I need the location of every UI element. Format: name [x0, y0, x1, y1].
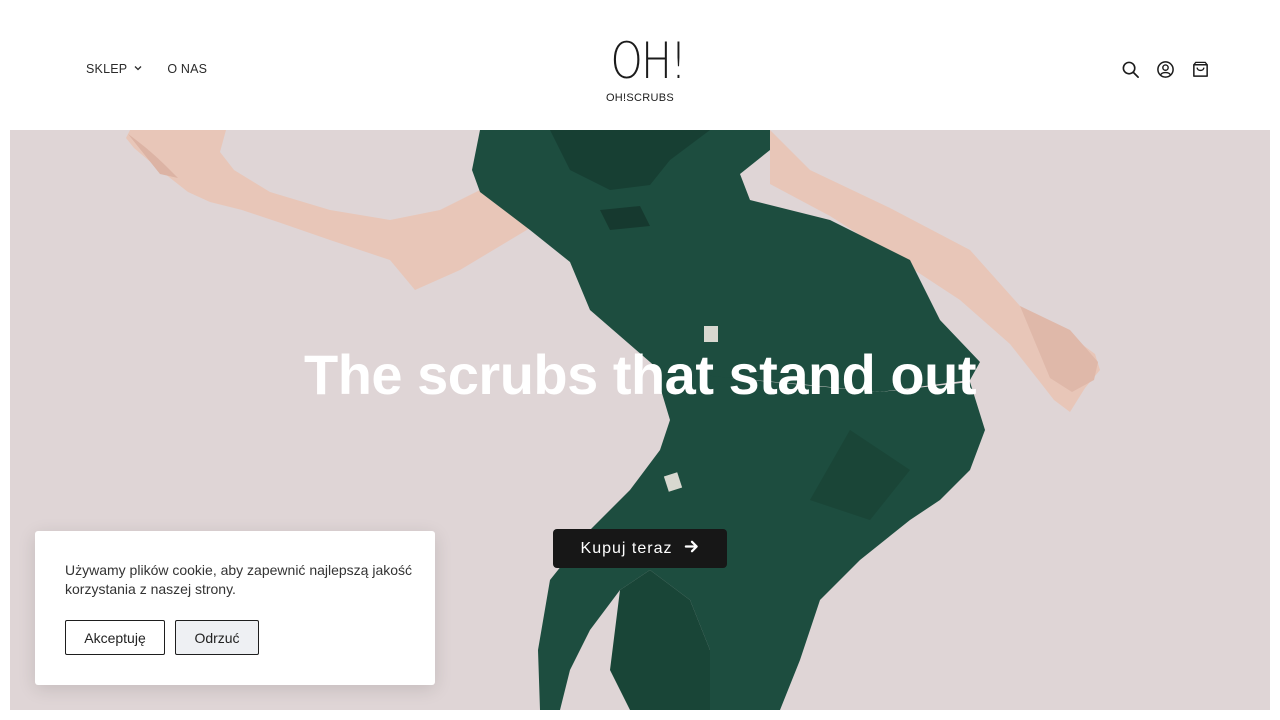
- shop-now-button[interactable]: Kupuj teraz: [553, 529, 727, 568]
- nav-item-label: O NAS: [167, 62, 208, 76]
- account-icon[interactable]: [1156, 60, 1175, 79]
- nav-item-o-nas[interactable]: O NAS: [167, 62, 207, 76]
- main-nav: SKLEP O NAS: [86, 62, 207, 76]
- cart-icon[interactable]: [1191, 60, 1210, 79]
- cookie-banner: Używamy plików cookie, aby zapewnić najl…: [35, 531, 435, 685]
- accept-cookies-button[interactable]: Akceptuję: [65, 620, 165, 655]
- nav-item-sklep[interactable]: SKLEP: [86, 62, 143, 76]
- hero-title: The scrubs that stand out: [304, 343, 977, 406]
- brand-logo[interactable]: OH! OH!SCRUBS: [604, 32, 687, 106]
- nav-item-label: SKLEP: [86, 62, 128, 76]
- header-actions: [1121, 60, 1210, 79]
- cookie-message: Używamy plików cookie, aby zapewnić najl…: [65, 562, 413, 597]
- logo-mark: OH!: [610, 32, 686, 90]
- arrow-right-icon: [684, 539, 699, 559]
- chevron-down-icon: [133, 62, 143, 76]
- logo-text: OH!SCRUBS: [605, 92, 675, 104]
- reject-cookies-button[interactable]: Odrzuć: [175, 620, 259, 655]
- site-header: SKLEP O NAS OH! OH!SCRUBS: [0, 0, 1280, 130]
- search-icon[interactable]: [1121, 60, 1140, 79]
- shop-now-label: Kupuj teraz: [580, 539, 673, 557]
